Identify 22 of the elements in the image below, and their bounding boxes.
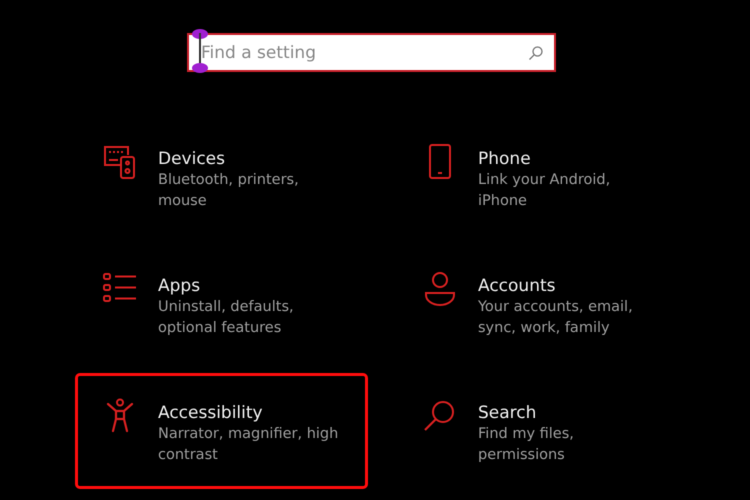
category-title: Devices — [158, 148, 226, 170]
category-tile[interactable]: Apps Uninstall, defaults, optional features — [75, 246, 368, 362]
category-title: Accessibility — [158, 402, 264, 424]
category-description: Bluetooth, printers, mouse — [158, 171, 300, 211]
category-tile[interactable]: Phone Link your Android, iPhone — [395, 119, 688, 235]
category-tile[interactable]: Devices Bluetooth, printers, mouse — [75, 119, 368, 235]
person-icon — [422, 271, 458, 307]
category-tile[interactable]: Accounts Your accounts, email, sync, work, family — [395, 246, 688, 362]
category-title: Apps — [158, 275, 202, 297]
search-icon — [528, 45, 544, 61]
category-description: Narrator, magnifier, high contrast — [158, 425, 340, 465]
category-tile[interactable]: Accessibility Narrator, magnifier, high contrast — [75, 373, 368, 489]
category-description: Uninstall, defaults, optional features — [158, 298, 295, 338]
category-title: Phone — [478, 148, 532, 170]
category-description: Your accounts, email, sync, work, family — [478, 298, 634, 338]
keyboard-speaker-icon — [102, 144, 138, 180]
category-title: Accounts — [478, 275, 556, 297]
category-description: Find my files, permissions — [478, 425, 575, 465]
category-tile[interactable]: Search Find my files, permissions — [395, 373, 688, 489]
category-title: Search — [478, 402, 538, 424]
search-field[interactable]: Find a setting — [187, 33, 556, 72]
category-description: Link your Android, iPhone — [478, 171, 612, 211]
